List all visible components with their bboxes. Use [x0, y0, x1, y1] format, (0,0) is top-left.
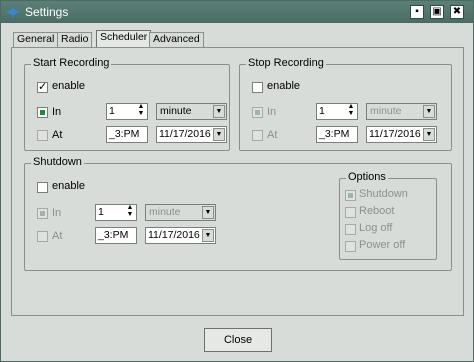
stop-enable-checkbox[interactable]: [252, 82, 263, 93]
settings-window: Settings ▪ ▣ ✖ DownLoad General Radio Sc…: [0, 0, 474, 362]
calendar-dropdown-icon[interactable]: ▼: [202, 229, 214, 242]
shutdown-in-unit: minute: [149, 206, 181, 218]
tab-radio[interactable]: Radio: [57, 32, 93, 47]
option-shutdown-radio[interactable]: [345, 190, 356, 201]
start-enable-label: enable: [52, 80, 86, 92]
tab-general[interactable]: General: [13, 32, 59, 47]
start-recording-title: Start Recording: [31, 57, 112, 69]
stop-at-date-field[interactable]: 11/17/2016 ▼: [366, 126, 437, 143]
shutdown-enable-checkbox[interactable]: [37, 182, 48, 193]
start-at-radio[interactable]: [37, 130, 48, 141]
start-in-unit-select[interactable]: minute ▼: [156, 103, 227, 120]
stop-in-value-field[interactable]: 1 ▲ ▼: [316, 103, 358, 120]
options-group: Options Shutdown Reboot Log off Power of…: [339, 171, 437, 260]
chevron-down-icon: ▼: [423, 105, 435, 118]
start-in-spinner[interactable]: ▲ ▼: [136, 104, 146, 119]
shutdown-at-radio[interactable]: [37, 231, 48, 242]
shutdown-in-unit-select[interactable]: minute ▼: [145, 204, 216, 221]
shutdown-in-value-field[interactable]: 1 ▲ ▼: [95, 204, 137, 221]
calendar-dropdown-icon[interactable]: ▼: [423, 128, 435, 141]
shutdown-in-spinner[interactable]: ▲ ▼: [125, 205, 135, 220]
shutdown-enable-label: enable: [52, 180, 86, 192]
radio-selected-indicator: [255, 110, 260, 115]
options-title: Options: [346, 171, 388, 183]
stop-in-unit: minute: [370, 105, 402, 117]
tab-scheduler[interactable]: Scheduler: [96, 30, 152, 48]
radio-selected-indicator: [40, 110, 45, 115]
minimize-button[interactable]: ▪: [410, 5, 424, 19]
window-title: Settings: [25, 5, 69, 19]
start-in-value-field[interactable]: 1 ▲ ▼: [106, 103, 148, 120]
start-recording-group: Start Recording ✓ enable In 1 ▲ ▼ minute…: [24, 57, 230, 151]
start-at-date-field[interactable]: 11/17/2016 ▼: [156, 126, 227, 143]
stop-at-label: At: [267, 129, 278, 141]
check-icon: ✓: [38, 81, 48, 93]
shutdown-group: Shutdown enable In 1 ▲ ▼ minute ▼ At _3:…: [24, 156, 452, 271]
stop-recording-title: Stop Recording: [246, 57, 326, 69]
scheduler-panel: Start Recording ✓ enable In 1 ▲ ▼ minute…: [11, 47, 464, 316]
close-window-button[interactable]: ✖: [450, 5, 464, 19]
start-at-label: At: [52, 129, 63, 141]
calendar-dropdown-icon[interactable]: ▼: [213, 128, 225, 141]
spin-down-icon[interactable]: ▼: [346, 110, 356, 118]
stop-in-unit-select[interactable]: minute ▼: [366, 103, 437, 120]
chevron-down-icon: ▼: [213, 105, 225, 118]
shutdown-at-label: At: [52, 230, 63, 242]
option-poweroff-label: Power off: [359, 239, 406, 251]
stop-in-label: In: [267, 106, 277, 118]
stop-in-value: 1: [319, 105, 325, 117]
option-reboot-radio[interactable]: [345, 207, 356, 218]
stop-in-radio[interactable]: [252, 107, 263, 118]
spin-down-icon[interactable]: ▼: [136, 110, 146, 118]
spin-down-icon[interactable]: ▼: [125, 211, 135, 219]
start-at-date: 11/17/2016: [159, 128, 211, 140]
shutdown-in-value: 1: [98, 206, 104, 218]
title-bar[interactable]: Settings ▪ ▣ ✖: [1, 1, 473, 23]
start-in-radio[interactable]: [37, 107, 48, 118]
maximize-button[interactable]: ▣: [430, 5, 444, 19]
shutdown-at-time-field[interactable]: _3:PM: [95, 227, 137, 244]
start-in-label: In: [52, 106, 62, 118]
chevron-down-icon: ▼: [202, 206, 214, 219]
start-at-time-field[interactable]: _3:PM: [106, 126, 148, 143]
app-icon: [6, 5, 20, 19]
start-in-unit: minute: [160, 105, 192, 117]
stop-recording-group: Stop Recording enable In 1 ▲ ▼ minute ▼ …: [239, 57, 452, 151]
shutdown-in-label: In: [52, 207, 62, 219]
stop-enable-label: enable: [267, 80, 301, 92]
shutdown-in-radio[interactable]: [37, 208, 48, 219]
tab-advanced[interactable]: Advanced: [149, 32, 204, 47]
start-enable-checkbox[interactable]: ✓: [37, 81, 48, 93]
option-logoff-label: Log off: [359, 222, 393, 234]
close-button[interactable]: Close: [204, 328, 272, 352]
option-logoff-radio[interactable]: [345, 224, 356, 235]
option-reboot-label: Reboot: [359, 205, 395, 217]
stop-at-radio[interactable]: [252, 130, 263, 141]
stop-at-time-field[interactable]: _3:PM: [316, 126, 358, 143]
shutdown-title: Shutdown: [31, 156, 84, 168]
shutdown-at-date: 11/17/2016: [148, 229, 200, 241]
stop-in-spinner[interactable]: ▲ ▼: [346, 104, 356, 119]
start-in-value: 1: [109, 105, 115, 117]
radio-selected-indicator: [40, 211, 45, 216]
shutdown-at-date-field[interactable]: 11/17/2016 ▼: [145, 227, 216, 244]
radio-selected-indicator: [348, 193, 353, 198]
option-poweroff-radio[interactable]: [345, 241, 356, 252]
stop-at-date: 11/17/2016: [369, 128, 421, 140]
option-shutdown-label: Shutdown: [359, 188, 408, 200]
